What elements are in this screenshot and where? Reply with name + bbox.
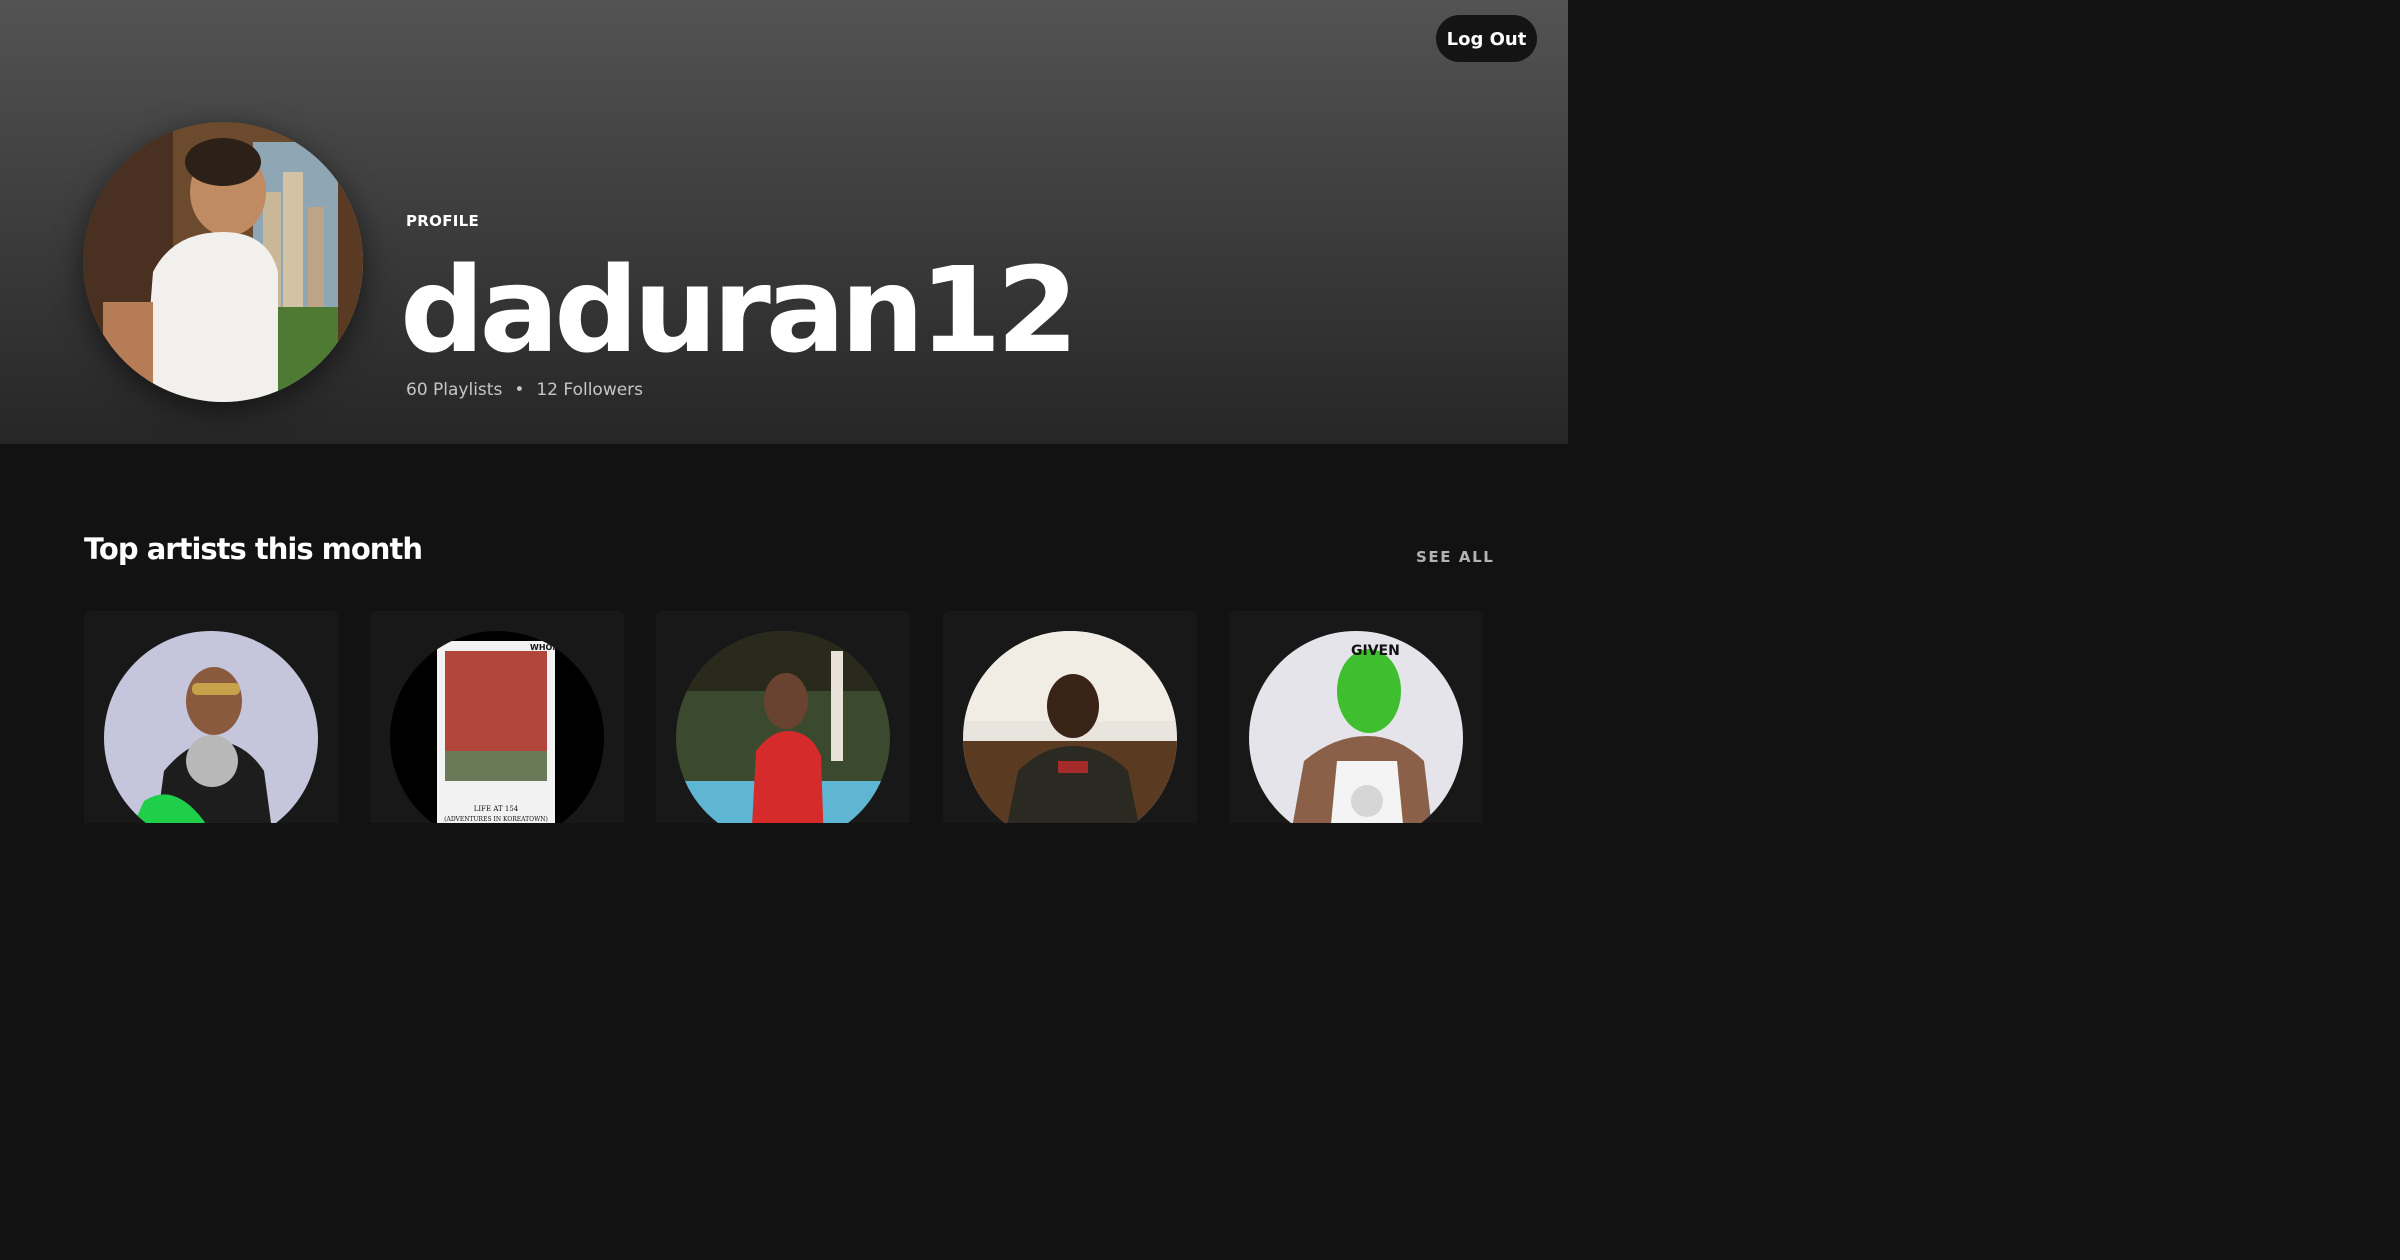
- artist-image: [963, 631, 1177, 823]
- artist-image: [104, 631, 318, 823]
- artist-card[interactable]: WHOME LIFE AT 154 (ADVENTURES IN KOREATO…: [370, 611, 624, 823]
- top-artists-list: WHOME LIFE AT 154 (ADVENTURES IN KOREATO…: [84, 611, 1484, 823]
- profile-stats: 60 Playlists • 12 Followers: [406, 380, 643, 400]
- artist-card[interactable]: GIVEN: [1229, 611, 1483, 823]
- playlists-count-link[interactable]: 60 Playlists: [406, 380, 502, 400]
- avatar[interactable]: [83, 122, 363, 402]
- artist-card[interactable]: [656, 611, 910, 823]
- logout-button[interactable]: Log Out: [1436, 15, 1537, 62]
- cover-top-text: WHOME: [530, 643, 566, 652]
- followers-count-link[interactable]: 12 Followers: [536, 380, 643, 400]
- avatar-photo: [83, 122, 363, 402]
- see-all-link[interactable]: SEE ALL: [1416, 548, 1494, 566]
- stats-separator: •: [514, 380, 525, 400]
- top-artists-title: Top artists this month: [84, 532, 423, 566]
- mask-text: GIVEN: [1351, 643, 1400, 659]
- profile-type-label: PROFILE: [406, 212, 480, 230]
- profile-username: daduran12: [400, 241, 1079, 379]
- cover-line-2: (ADVENTURES IN KOREATOWN): [444, 816, 548, 823]
- artist-image: [676, 631, 890, 823]
- cover-line-1: LIFE AT 154: [474, 805, 519, 813]
- artist-card[interactable]: [943, 611, 1197, 823]
- artist-card[interactable]: [84, 611, 338, 823]
- artist-image: WHOME LIFE AT 154 (ADVENTURES IN KOREATO…: [390, 631, 604, 823]
- profile-page: Log Out PROFILE daduran12 60 Playlists •…: [0, 0, 1568, 823]
- artist-image: GIVEN: [1249, 631, 1463, 823]
